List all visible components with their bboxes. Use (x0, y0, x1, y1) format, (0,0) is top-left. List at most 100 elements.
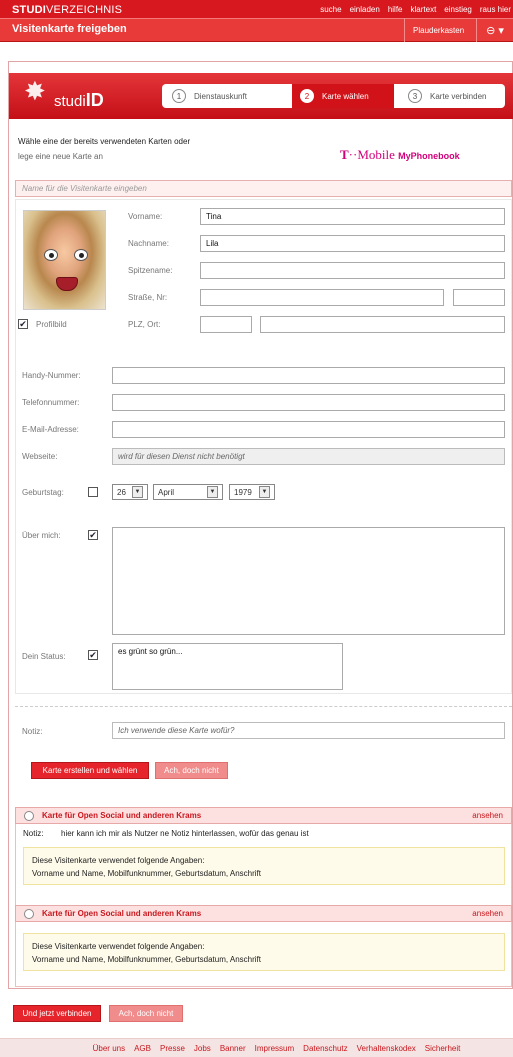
ueber-label: Über mich: (22, 531, 61, 540)
cancel-connect-button[interactable]: Ach, doch nicht (109, 1005, 183, 1022)
avatar-mouth (56, 277, 78, 291)
avatar-eye (74, 249, 88, 261)
footer-link-datenschutz[interactable]: Datenschutz (303, 1044, 347, 1053)
vorname-input[interactable]: Tina (200, 208, 505, 225)
birth-month-value: April (158, 487, 175, 497)
footer-link-presse[interactable]: Presse (160, 1044, 185, 1053)
card-2-title: Karte für Open Social und anderen Krams (42, 909, 202, 918)
footer-link-jobs[interactable]: Jobs (194, 1044, 211, 1053)
card-name-input[interactable]: Name für die Visitenkarte eingeben (15, 180, 512, 197)
step-karte-waehlen[interactable]: 2 Karte wählen (290, 84, 394, 108)
footer-link-verhaltenskodex[interactable]: Verhaltenskodex (357, 1044, 416, 1053)
birth-year-select[interactable]: 1979 ▼ (229, 484, 275, 500)
studiid-star-icon: ✸ (24, 76, 46, 106)
handy-input[interactable] (112, 367, 505, 384)
nachname-label: Nachname: (128, 239, 169, 248)
brand-bold: STUDI (12, 4, 46, 16)
card-1-note-label: Notiz: (23, 829, 44, 838)
plauderkasten-button[interactable]: Plauderkasten (404, 18, 472, 42)
step-number: 1 (172, 89, 186, 103)
card-2-header[interactable]: Karte für Open Social und anderen Krams … (15, 905, 512, 922)
birth-month-select[interactable]: April ▼ (153, 484, 223, 500)
status-textarea[interactable]: es grünt so grün... (112, 643, 343, 690)
profile-picture (23, 210, 106, 310)
footer-link-banner[interactable]: Banner (220, 1044, 246, 1053)
logo-suffix: ID (85, 90, 104, 110)
step-dienstauskunft[interactable]: 1 Dienstauskunft (162, 84, 292, 108)
nachname-input[interactable]: Lila (200, 235, 505, 252)
telefon-label: Telefonnummer: (22, 398, 80, 407)
profilbild-label: Profilbild (36, 320, 67, 329)
brand-logo[interactable]: STUDIVERZEICHNIS (12, 4, 122, 16)
card-1-info-line-1: Diese Visitenkarte verwendet folgende An… (32, 856, 205, 865)
nav-einladen[interactable]: einladen (350, 5, 380, 14)
avatar-eye (44, 249, 58, 261)
notiz-input[interactable]: Ich verwende diese Karte wofür? (112, 722, 505, 739)
email-label: E-Mail-Adresse: (22, 425, 79, 434)
create-card-button[interactable]: Karte erstellen und wählen (31, 762, 149, 779)
card-1-view-link[interactable]: ansehen (472, 811, 503, 820)
birth-day-value: 26 (117, 487, 126, 497)
ueber-textarea[interactable] (112, 527, 505, 635)
card-1-radio[interactable] (24, 810, 34, 821)
nav-klartext[interactable]: klartext (411, 5, 437, 14)
tmobile-t: T (340, 147, 349, 162)
intro-line-1: Wähle eine der bereits verwendeten Karte… (18, 137, 191, 146)
status-checkbox[interactable]: ✔ (88, 650, 98, 660)
footer-link-impressum[interactable]: Impressum (255, 1044, 295, 1053)
step-label: Dienstauskunft (194, 91, 247, 101)
ueber-checkbox[interactable]: ✔ (88, 530, 98, 540)
step-number: 3 (408, 89, 422, 103)
step-label: Karte verbinden (430, 91, 487, 101)
options-menu-icon[interactable]: ⊖ ▾ (476, 18, 513, 42)
geburtstag-label: Geburtstag: (22, 488, 64, 497)
footer-link-ueber-uns[interactable]: Über uns (93, 1044, 125, 1053)
handy-label: Handy-Nummer: (22, 371, 81, 380)
nav-suche[interactable]: suche (320, 5, 341, 14)
profilbild-checkbox[interactable]: ✔ (18, 319, 28, 329)
email-input[interactable] (112, 421, 505, 438)
ort-input[interactable] (260, 316, 505, 333)
webseite-label: Webseite: (22, 452, 58, 461)
card-1-info-box: Diese Visitenkarte verwendet folgende An… (23, 847, 505, 885)
birth-day-select[interactable]: 26 ▼ (112, 484, 148, 500)
connect-button[interactable]: Und jetzt verbinden (13, 1005, 101, 1022)
myphonebook-label: MyPhonebook (398, 151, 460, 161)
notiz-label: Notiz: (22, 727, 43, 736)
page-title: Visitenkarte freigeben (12, 23, 127, 35)
nav-hilfe[interactable]: hilfe (388, 5, 403, 14)
spitzname-label: Spitzename: (128, 266, 173, 275)
nav-raus-hier[interactable]: raus hier (480, 5, 511, 14)
card-1-info-line-2: Vorname und Name, Mobilfunknummer, Gebur… (32, 869, 261, 878)
footer: Über uns AGB Presse Jobs Banner Impressu… (0, 1038, 513, 1057)
footer-link-sicherheit[interactable]: Sicherheit (425, 1044, 461, 1053)
strasse-input[interactable] (200, 289, 444, 306)
step-number: 2 (300, 89, 314, 103)
tmobile-word: Mobile (357, 147, 395, 162)
chevron-down-icon: ▼ (259, 486, 270, 498)
cancel-form-button[interactable]: Ach, doch nicht (155, 762, 228, 779)
plz-label: PLZ, Ort: (128, 320, 161, 329)
card-2-radio[interactable] (24, 908, 34, 919)
top-nav: suche einladen hilfe klartext einstieg r… (320, 5, 511, 14)
nav-einstieg[interactable]: einstieg (444, 5, 472, 14)
telefon-input[interactable] (112, 394, 505, 411)
intro-line-2: lege eine neue Karte an (18, 152, 103, 161)
logo-prefix: studi (54, 93, 86, 110)
card-2-info-box: Diese Visitenkarte verwendet folgende An… (23, 933, 505, 971)
webseite-input: wird für diesen Dienst nicht benötigt (112, 448, 505, 465)
tmobile-logo: T··Mobile MyPhonebook (340, 147, 460, 163)
card-2-view-link[interactable]: ansehen (472, 909, 503, 918)
studiid-logo: ✸ studiID (20, 76, 110, 116)
card-2-info-line-2: Vorname und Name, Mobilfunknummer, Gebur… (32, 955, 261, 964)
brand-rest: VERZEICHNIS (46, 4, 123, 16)
geburtstag-checkbox[interactable] (88, 487, 98, 497)
hausnummer-input[interactable] (453, 289, 505, 306)
step-karte-verbinden[interactable]: 3 Karte verbinden (394, 84, 505, 108)
card-1-header[interactable]: Karte für Open Social und anderen Krams … (15, 807, 512, 824)
plz-input[interactable] (200, 316, 252, 333)
spitzname-input[interactable] (200, 262, 505, 279)
vorname-label: Vorname: (128, 212, 163, 221)
step-label: Karte wählen (322, 91, 369, 101)
footer-link-agb[interactable]: AGB (134, 1044, 151, 1053)
